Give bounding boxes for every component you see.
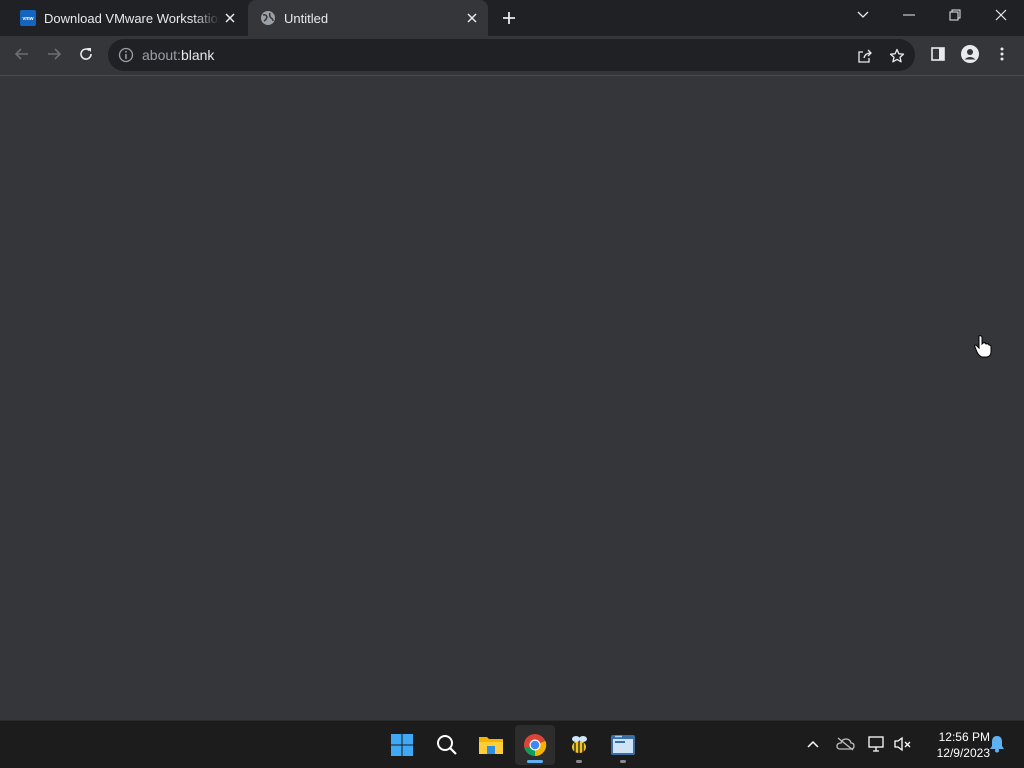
start-icon: [391, 734, 413, 756]
menu-button[interactable]: [988, 40, 1016, 68]
onedrive-button[interactable]: [834, 733, 856, 755]
terminal-app-button[interactable]: [603, 725, 643, 765]
cloud-off-icon: [836, 737, 855, 751]
url-host: blank: [180, 47, 215, 63]
running-indicator: [576, 760, 582, 763]
app-terminal-icon: [611, 735, 635, 755]
bell-icon: [990, 736, 1004, 753]
close-tab-icon[interactable]: [220, 8, 240, 28]
taskbar: 12:56 PM 12/9/2023: [0, 720, 1024, 768]
tab-untitled[interactable]: Untitled: [248, 0, 488, 36]
new-tab-button[interactable]: [496, 6, 522, 30]
profile-button[interactable]: [956, 40, 984, 68]
active-indicator: [527, 760, 543, 763]
hand-cursor-icon: [974, 335, 992, 358]
side-panel-button[interactable]: [924, 40, 952, 68]
clock-time: 12:56 PM: [938, 730, 990, 744]
chrome-icon: [524, 734, 547, 757]
close-window-button[interactable]: [978, 0, 1024, 30]
url-scheme: about:: [142, 47, 181, 63]
reload-button[interactable]: [72, 40, 100, 68]
plus-icon: [503, 12, 515, 24]
share-icon: [858, 49, 872, 63]
arrow-right-icon: [48, 48, 62, 60]
taskbar-search-button[interactable]: [427, 725, 467, 765]
notifications-button[interactable]: [986, 733, 1008, 755]
vmware-logo-icon: vmw: [20, 10, 36, 26]
side-panel-icon: [931, 47, 945, 61]
volume-muted-icon: [894, 736, 911, 752]
restore-button[interactable]: [932, 0, 978, 30]
forward-button[interactable]: [40, 40, 68, 68]
network-icon: [868, 736, 884, 752]
share-button[interactable]: [856, 47, 874, 65]
back-button[interactable]: [8, 40, 36, 68]
chevron-down-icon: [857, 11, 869, 18]
tab-title: Download VMware Workstation Player | VMw…: [44, 10, 220, 26]
profile-icon: [961, 45, 979, 63]
chevron-up-icon: [807, 740, 819, 748]
minimize-button[interactable]: [886, 0, 932, 30]
clock-date: 12/9/2023: [936, 746, 990, 760]
tab-strip: vmw Download VMware Workstation Player |…: [0, 0, 1024, 36]
url-text: about:blank: [142, 47, 214, 63]
kebab-menu-icon: [1000, 47, 1004, 61]
arrow-left-icon: [14, 48, 28, 60]
bee-app-button[interactable]: [559, 725, 599, 765]
running-indicator: [620, 760, 626, 763]
minimize-icon: [903, 14, 915, 16]
file-explorer-icon: [479, 737, 503, 754]
chrome-taskbar-button[interactable]: [515, 725, 555, 765]
close-tab-icon[interactable]: [462, 8, 482, 28]
tab-search-button[interactable]: [840, 0, 886, 30]
app-bee-icon: [572, 736, 587, 753]
bookmark-button[interactable]: [888, 47, 906, 65]
page-content[interactable]: [0, 77, 1024, 720]
network-button[interactable]: [866, 733, 888, 755]
star-icon: [889, 48, 905, 63]
svg-text:vmw: vmw: [22, 16, 33, 22]
restore-icon: [949, 9, 961, 21]
tab-vmware[interactable]: vmw Download VMware Workstation Player |…: [8, 0, 246, 36]
show-hidden-icons-button[interactable]: [802, 733, 824, 755]
system-clock[interactable]: 12:56 PM 12/9/2023: [918, 729, 990, 761]
volume-button[interactable]: [892, 733, 914, 755]
close-icon: [995, 9, 1007, 21]
browser-toolbar: about:blank: [0, 36, 1024, 76]
file-explorer-button[interactable]: [471, 725, 511, 765]
reload-icon: [80, 48, 92, 60]
start-button[interactable]: [382, 725, 422, 765]
address-bar[interactable]: about:blank: [108, 39, 915, 71]
tab-title: Untitled: [284, 10, 329, 26]
info-icon[interactable]: [118, 47, 134, 63]
globe-icon: [261, 11, 275, 25]
search-icon: [437, 735, 457, 755]
